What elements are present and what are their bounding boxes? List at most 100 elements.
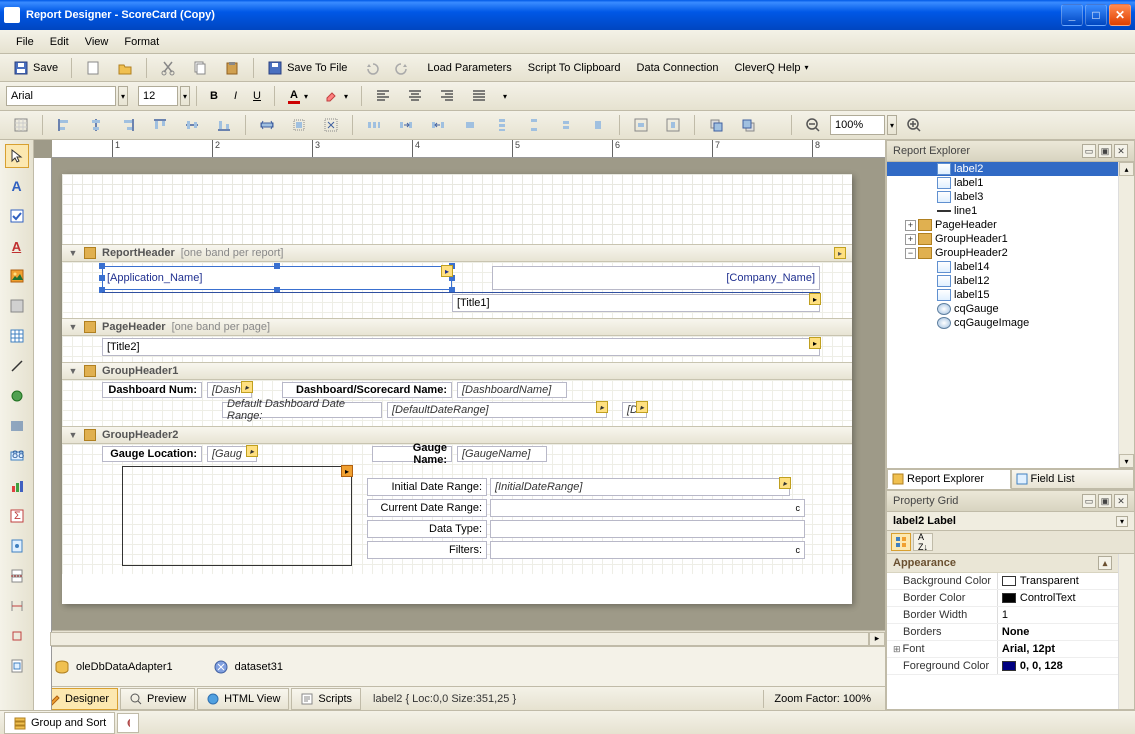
align-left-button[interactable] — [368, 84, 398, 108]
panel-close-button[interactable]: ✕ — [1114, 144, 1128, 158]
hspace-dec-button[interactable] — [423, 113, 453, 137]
menu-file[interactable]: File — [8, 33, 42, 51]
def-range-label[interactable]: Default Dashboard Date Range: — [222, 402, 382, 418]
snap-grid-button[interactable] — [284, 113, 314, 137]
object-dropdown-icon[interactable]: ▾ — [1116, 516, 1128, 527]
center-vert-button[interactable] — [658, 113, 688, 137]
pointer-tool[interactable] — [5, 144, 29, 168]
vspace-dec-button[interactable] — [551, 113, 581, 137]
tree-node-pageheader[interactable]: +PageHeader — [887, 218, 1118, 232]
data-type-label[interactable]: Data Type: — [367, 520, 487, 538]
font-color-button[interactable]: A ▾ — [281, 85, 315, 108]
cleverq-help-button[interactable]: CleverQ Help ▾ — [727, 58, 815, 78]
tab-preview[interactable]: Preview — [120, 688, 195, 710]
group-header1-body[interactable]: Dashboard Num: [Dash▸ Dashboard/Scorecar… — [62, 380, 852, 426]
chart-tool[interactable] — [5, 474, 29, 498]
group-header2-body[interactable]: Gauge Location: [Gaug▸ Gauge Name: [Gaug… — [62, 444, 852, 574]
align-right-button[interactable] — [432, 84, 462, 108]
align-justify-button[interactable] — [464, 84, 494, 108]
tab-scripts[interactable]: Scripts — [291, 688, 361, 710]
report-header-band-header[interactable]: ▼ ReportHeader [one band per report] ▸ — [62, 244, 852, 262]
center-horiz-button[interactable] — [626, 113, 656, 137]
smart-tag-icon[interactable]: ▸ — [636, 401, 648, 413]
paste-button[interactable] — [217, 56, 247, 80]
collapse-icon[interactable]: ▼ — [68, 248, 78, 258]
dash-name-label[interactable]: Dashboard/Scorecard Name: — [282, 382, 452, 398]
crossband-line-tool[interactable] — [5, 594, 29, 618]
minimize-button[interactable]: _ — [1061, 4, 1083, 26]
smart-tag-icon[interactable]: ▸ — [246, 445, 258, 457]
smart-tag-icon[interactable]: ▸ — [809, 293, 821, 305]
label-application-name[interactable]: [Application_Name] ▸ — [102, 266, 452, 290]
collapse-icon[interactable]: ▼ — [68, 430, 78, 440]
prop-border-color[interactable]: Border Color ControlText — [887, 590, 1118, 607]
align-more-button[interactable]: ▾ — [496, 88, 514, 105]
undo-button[interactable] — [356, 56, 386, 80]
hspace-inc-button[interactable] — [391, 113, 421, 137]
tree-node-label1[interactable]: label1 — [887, 176, 1118, 190]
panel-window-button[interactable]: ▭ — [1082, 144, 1096, 158]
init-range-value[interactable]: [InitialDateRange]▸ — [490, 478, 790, 496]
maximize-button[interactable]: □ — [1085, 4, 1107, 26]
gauge-name-value[interactable]: [GaugeName] — [457, 446, 547, 462]
collapse-icon[interactable]: ▼ — [68, 366, 78, 376]
label-tool[interactable]: A — [5, 174, 29, 198]
report-explorer-tree[interactable]: ▴ ▾ label2 label1 label3 line1 +PageHead… — [887, 162, 1134, 468]
filters-value[interactable]: c — [490, 541, 805, 559]
dash-num-label[interactable]: Dashboard Num: — [102, 382, 202, 398]
tree-node-cqgaugeimage[interactable]: cqGaugeImage — [887, 316, 1118, 330]
tree-node-groupheader2[interactable]: −GroupHeader2 — [887, 246, 1118, 260]
subreport-tool[interactable] — [5, 654, 29, 678]
checkbox-tool[interactable] — [5, 204, 29, 228]
component-dataset[interactable]: dataset31 — [213, 659, 283, 675]
align-center-button[interactable] — [400, 84, 430, 108]
gauge-image-box[interactable]: ▸ — [122, 466, 352, 566]
size-grid-button[interactable] — [316, 113, 346, 137]
smart-tag-icon[interactable]: ▸ — [596, 401, 608, 413]
band-smart-tag[interactable]: ▸ — [834, 247, 846, 259]
prop-category-appearance[interactable]: Appearance ▴ — [887, 554, 1118, 573]
underline-button[interactable]: U — [246, 86, 268, 106]
picture-smart-tag-icon[interactable]: ▸ — [341, 465, 353, 477]
data-type-value[interactable] — [490, 520, 805, 538]
filters-label[interactable]: Filters: — [367, 541, 487, 559]
dash-name-value[interactable]: [DashboardName] — [457, 382, 567, 398]
expand-icon[interactable]: + — [905, 220, 916, 231]
group-header1-band-header[interactable]: ▼ GroupHeader1 — [62, 362, 852, 380]
save-to-file-button[interactable]: Save To File — [260, 56, 354, 80]
expand-icon[interactable]: + — [905, 234, 916, 245]
report-page[interactable]: ▼ ReportHeader [one band per report] ▸ [… — [62, 174, 852, 604]
crossband-box-tool[interactable] — [5, 624, 29, 648]
tree-node-label3[interactable]: label3 — [887, 190, 1118, 204]
prop-border-width[interactable]: Border Width 1 — [887, 607, 1118, 624]
component-oledbdataadapter[interactable]: oleDbDataAdapter1 — [54, 659, 173, 675]
menu-view[interactable]: View — [77, 33, 117, 51]
panel-window-button[interactable]: ▭ — [1082, 494, 1096, 508]
def-range-value[interactable]: [DefaultDateRange]▸ — [387, 402, 607, 418]
curr-range-value[interactable]: c — [490, 499, 805, 517]
font-size-input[interactable] — [138, 86, 178, 106]
report-header-body[interactable]: [Application_Name] ▸ [Company_Name] [Tit… — [62, 262, 852, 318]
zoom-dropdown[interactable]: ▾ — [887, 115, 897, 135]
label-title1[interactable]: [Title1] ▸ — [452, 294, 820, 312]
align-bottoms-button[interactable] — [209, 113, 239, 137]
hspace-remove-button[interactable] — [455, 113, 485, 137]
dash-num-value[interactable]: [Dash▸ — [207, 382, 252, 398]
category-collapse-icon[interactable]: ▴ — [1098, 556, 1112, 570]
send-back-button[interactable] — [733, 113, 763, 137]
property-grid-body[interactable]: Appearance ▴ Background Color Transparen… — [887, 554, 1134, 709]
smart-tag-icon[interactable]: ▸ — [241, 381, 253, 393]
alphabetical-view-button[interactable]: AZ↓ — [913, 533, 933, 551]
align-centers-button[interactable] — [81, 113, 111, 137]
copy-button[interactable] — [185, 56, 215, 80]
table-tool[interactable] — [5, 324, 29, 348]
categorized-view-button[interactable] — [891, 533, 911, 551]
pagebreak-tool[interactable] — [5, 564, 29, 588]
prop-font[interactable]: Font Arial, 12pt — [887, 641, 1118, 658]
tree-scrollbar[interactable]: ▴ ▾ — [1118, 162, 1134, 468]
shape-tool[interactable] — [5, 384, 29, 408]
script-clipboard-button[interactable]: Script To Clipboard — [521, 58, 628, 78]
tree-node-label2[interactable]: label2 — [887, 162, 1118, 176]
property-object-selector[interactable]: label2 Label ▾ — [887, 512, 1134, 531]
vspace-inc-button[interactable] — [519, 113, 549, 137]
